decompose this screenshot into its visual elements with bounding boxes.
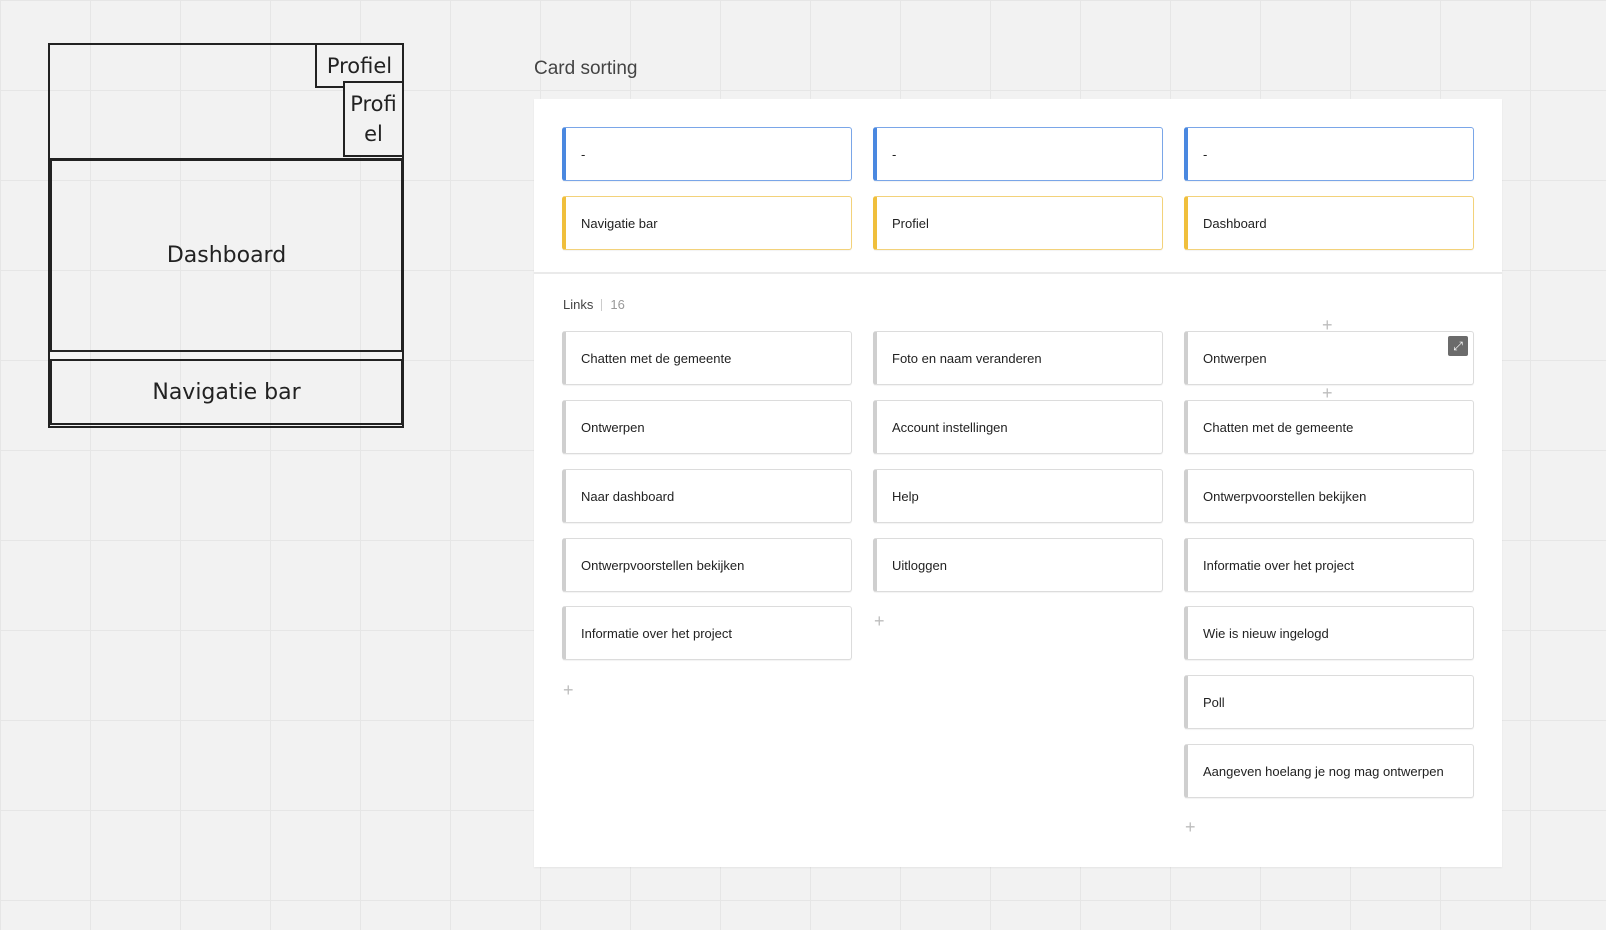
- card-label: Uitloggen: [892, 557, 947, 573]
- wireframe-profiel-side-box[interactable]: Profi el: [343, 81, 404, 157]
- card-label: Aangeven hoelang je nog mag ontwerpen: [1203, 763, 1444, 779]
- column-header-label: -: [581, 146, 586, 162]
- card-label: Ontwerpen: [1203, 350, 1267, 366]
- category-card[interactable]: Dashboard: [1184, 196, 1474, 250]
- sort-card[interactable]: Ontwerpvoorstellen bekijken: [562, 538, 852, 592]
- sort-card[interactable]: Aangeven hoelang je nog mag ontwerpen: [1184, 744, 1474, 798]
- card-label: Informatie over het project: [581, 625, 733, 641]
- plus-icon[interactable]: +: [874, 612, 885, 630]
- sort-card[interactable]: Informatie over het project: [1184, 538, 1474, 592]
- column-header-card[interactable]: -: [873, 127, 1163, 181]
- card-label: Naar dashboard: [581, 488, 675, 504]
- wireframe-navigation-box[interactable]: Navigatie bar: [50, 359, 403, 425]
- card-label: Chatten met de gemeente: [581, 350, 732, 366]
- card-label: Poll: [1203, 694, 1225, 710]
- card-label: Account instellingen: [892, 419, 1008, 435]
- column-header-label: -: [892, 146, 897, 162]
- card-label: Ontwerpen: [581, 419, 645, 435]
- column-header-card[interactable]: -: [1184, 127, 1474, 181]
- plus-icon[interactable]: +: [563, 681, 574, 699]
- board-title: Card sorting: [534, 58, 638, 79]
- category-label: Navigatie bar: [581, 215, 658, 231]
- category-label: Profiel: [892, 215, 929, 231]
- card-label: Chatten met de gemeente: [1203, 419, 1354, 435]
- sort-card[interactable]: Wie is nieuw ingelogd: [1184, 606, 1474, 660]
- card-label: Informatie over het project: [1203, 557, 1355, 573]
- sort-card[interactable]: Naar dashboard: [562, 469, 852, 523]
- category-card[interactable]: Profiel: [873, 196, 1163, 250]
- sort-card[interactable]: Chatten met de gemeente: [562, 331, 852, 385]
- card-label: Wie is nieuw ingelogd: [1203, 625, 1329, 641]
- wireframe-navigation-label: Navigatie bar: [152, 379, 301, 405]
- wireframe-dashboard-box[interactable]: Dashboard: [50, 159, 403, 352]
- column-header-card[interactable]: -: [562, 127, 852, 181]
- card-label: Help: [892, 488, 919, 504]
- group-count: 16: [610, 297, 625, 312]
- category-label: Dashboard: [1203, 215, 1267, 231]
- sort-card[interactable]: Informatie over het project: [562, 606, 852, 660]
- card-label: Ontwerpvoorstellen bekijken: [1203, 488, 1367, 504]
- sort-card[interactable]: Foto en naam veranderen: [873, 331, 1163, 385]
- wireframe-dashboard-label: Dashboard: [166, 243, 287, 268]
- sort-card[interactable]: Ontwerpen: [1184, 331, 1474, 385]
- card-label: Foto en naam veranderen: [892, 350, 1042, 366]
- sort-card[interactable]: Account instellingen: [873, 400, 1163, 454]
- group-header[interactable]: Links 16: [563, 297, 625, 312]
- sort-card[interactable]: Help: [873, 469, 1163, 523]
- expand-icon[interactable]: ⤢: [1448, 336, 1468, 356]
- group-separator: [601, 298, 603, 311]
- sort-card[interactable]: Ontwerpen: [562, 400, 852, 454]
- sort-card[interactable]: Poll: [1184, 675, 1474, 729]
- group-name: Links: [563, 297, 594, 312]
- column-header-label: -: [1203, 146, 1208, 162]
- section-divider: [534, 272, 1502, 274]
- card-label: Ontwerpvoorstellen bekijken: [581, 557, 745, 573]
- wireframe-profiel-side-label: Profi el: [350, 92, 397, 146]
- category-card[interactable]: Navigatie bar: [562, 196, 852, 250]
- sort-card[interactable]: Chatten met de gemeente: [1184, 400, 1474, 454]
- sort-card[interactable]: Ontwerpvoorstellen bekijken: [1184, 469, 1474, 523]
- wireframe-profiel-label: Profiel: [326, 53, 393, 78]
- plus-icon[interactable]: +: [1185, 818, 1196, 836]
- sort-card[interactable]: Uitloggen: [873, 538, 1163, 592]
